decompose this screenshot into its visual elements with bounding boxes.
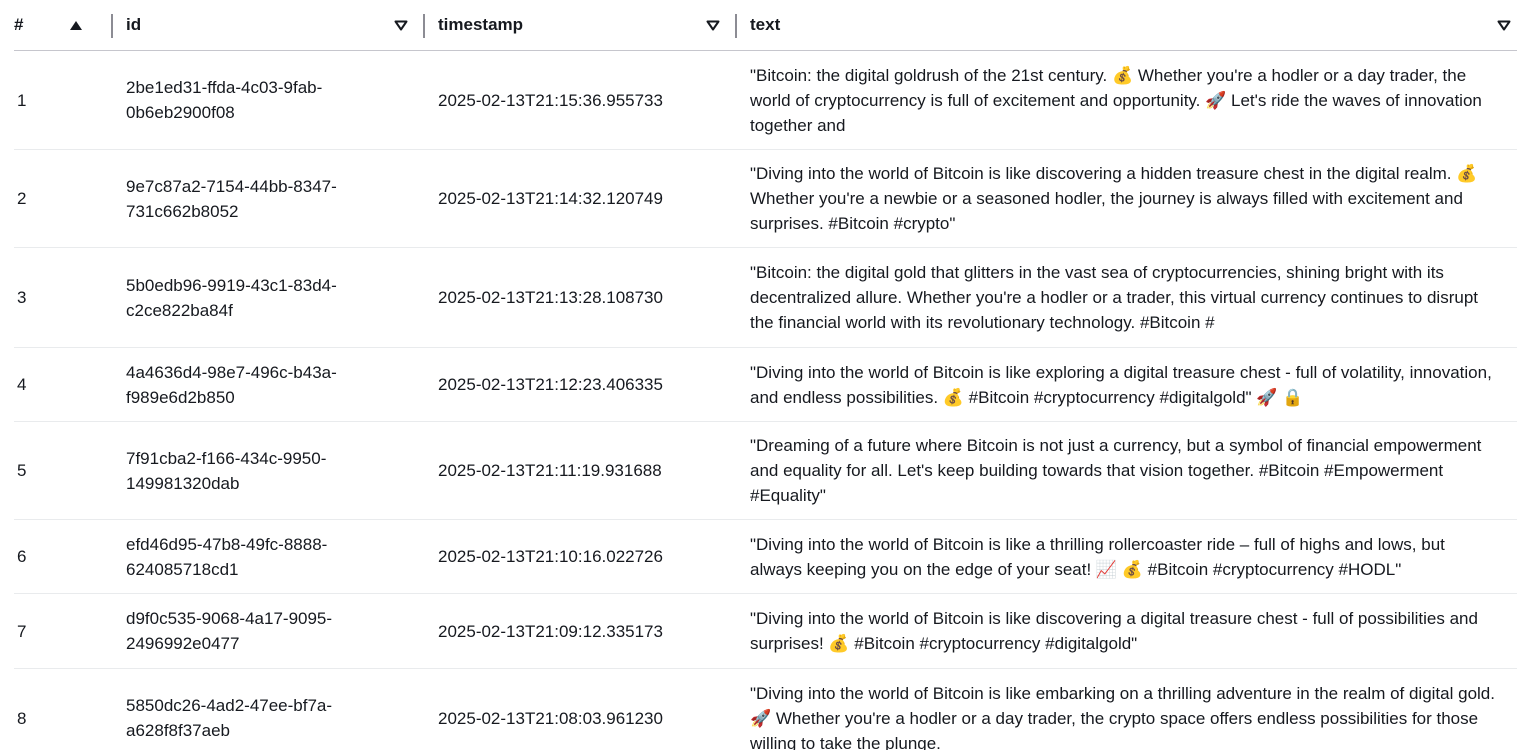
row-text: "Bitcoin: the digital goldrush of the 21… — [750, 65, 1482, 135]
table-row[interactable]: 1 2be1ed31-ffda-4c03-9fab-0b6eb2900f08 2… — [14, 51, 1517, 150]
caret-down-outline-icon[interactable] — [705, 17, 721, 33]
row-id-cell: 7f91cba2-f166-434c-9950-149981320dab — [126, 448, 327, 493]
row-index-cell: 5 — [17, 461, 27, 480]
column-header-id-label: id — [126, 15, 142, 34]
row-index-cell: 4 — [17, 375, 27, 394]
table-header: # id timestamp text — [14, 0, 1517, 51]
row-text: "Dreaming of a future where Bitcoin is n… — [750, 436, 1482, 505]
row-id-cell: d9f0c535-9068-4a17-9095-2496992e0477 — [126, 609, 333, 653]
column-header-text[interactable]: text — [737, 0, 1517, 50]
row-index-cell: 6 — [17, 547, 27, 566]
row-id-cell: 2be1ed31-ffda-4c03-9fab-0b6eb2900f08 — [126, 78, 323, 122]
row-text-cell: "Bitcoin: the digital goldrush of the 21… — [737, 63, 1517, 138]
column-header-timestamp-label: timestamp — [438, 15, 524, 34]
row-timestamp-cell: 2025-02-13T21:14:32.120749 — [438, 189, 663, 208]
table-row[interactable]: 6 efd46d95-47b8-49fc-8888-624085718cd1 2… — [14, 520, 1517, 594]
caret-down-outline-icon[interactable] — [1496, 17, 1512, 33]
row-text: "Diving into the world of Bitcoin is lik… — [750, 164, 1478, 233]
row-text-cell: "Dreaming of a future where Bitcoin is n… — [737, 433, 1517, 508]
table-row[interactable]: 7 d9f0c535-9068-4a17-9095-2496992e0477 2… — [14, 594, 1517, 669]
row-index-cell: 3 — [17, 288, 27, 307]
row-text-cell: "Bitcoin: the digital gold that glitters… — [737, 260, 1517, 335]
row-timestamp-cell: 2025-02-13T21:10:16.022726 — [438, 547, 663, 566]
column-header-index[interactable]: # — [14, 0, 113, 50]
row-text-cell: "Diving into the world of Bitcoin is lik… — [737, 532, 1517, 582]
row-text: "Diving into the world of Bitcoin is lik… — [750, 362, 1492, 407]
row-text-cell: "Diving into the world of Bitcoin is lik… — [737, 161, 1517, 236]
row-text: "Diving into the world of Bitcoin is lik… — [750, 609, 1478, 653]
caret-down-outline-icon[interactable] — [393, 17, 409, 33]
row-text: "Diving into the world of Bitcoin is lik… — [750, 534, 1445, 579]
caret-up-filled-icon[interactable] — [68, 17, 84, 33]
column-header-index-label: # — [14, 15, 24, 34]
row-timestamp-cell: 2025-02-13T21:11:19.931688 — [438, 461, 662, 480]
row-text-cell: "Diving into the world of Bitcoin is lik… — [737, 681, 1517, 750]
table-row[interactable]: 3 5b0edb96-9919-43c1-83d4-c2ce822ba84f 2… — [14, 248, 1517, 348]
table-row[interactable]: 2 9e7c87a2-7154-44bb-8347-731c662b8052 2… — [14, 150, 1517, 248]
row-text-cell: "Diving into the world of Bitcoin is lik… — [737, 606, 1517, 656]
column-header-id[interactable]: id — [113, 0, 425, 50]
row-index-cell: 7 — [17, 621, 27, 641]
table-row[interactable]: 5 7f91cba2-f166-434c-9950-149981320dab 2… — [14, 422, 1517, 520]
table-row[interactable]: 8 5850dc26-4ad2-47ee-bf7a-a628f8f37aeb 2… — [14, 669, 1517, 750]
row-index-cell: 8 — [17, 708, 27, 728]
row-text-cell: "Diving into the world of Bitcoin is lik… — [737, 360, 1517, 410]
column-header-text-label: text — [750, 15, 781, 34]
row-text: "Diving into the world of Bitcoin is lik… — [750, 683, 1495, 750]
row-id-cell: 4a4636d4-98e7-496c-b43a-f989e6d2b850 — [126, 362, 337, 407]
row-id-cell: 5850dc26-4ad2-47ee-bf7a-a628f8f37aeb — [126, 696, 333, 740]
column-header-timestamp[interactable]: timestamp — [425, 0, 737, 50]
row-text: "Bitcoin: the digital gold that glitters… — [750, 263, 1479, 332]
data-table: # id timestamp text 1 2be1ed31-ffda-4c03… — [14, 0, 1517, 750]
row-index-cell: 2 — [17, 189, 27, 208]
row-id-cell: efd46d95-47b8-49fc-8888-624085718cd1 — [126, 534, 328, 579]
row-id-cell: 5b0edb96-9919-43c1-83d4-c2ce822ba84f — [126, 275, 337, 320]
row-id-cell: 9e7c87a2-7154-44bb-8347-731c662b8052 — [126, 176, 337, 221]
row-timestamp-cell: 2025-02-13T21:08:03.961230 — [438, 708, 663, 728]
table-row[interactable]: 4 4a4636d4-98e7-496c-b43a-f989e6d2b850 2… — [14, 348, 1517, 422]
row-timestamp-cell: 2025-02-13T21:09:12.335173 — [438, 621, 663, 641]
row-timestamp-cell: 2025-02-13T21:15:36.955733 — [438, 90, 663, 110]
row-timestamp-cell: 2025-02-13T21:13:28.108730 — [438, 288, 663, 307]
row-timestamp-cell: 2025-02-13T21:12:23.406335 — [438, 375, 663, 394]
row-index-cell: 1 — [17, 90, 27, 110]
